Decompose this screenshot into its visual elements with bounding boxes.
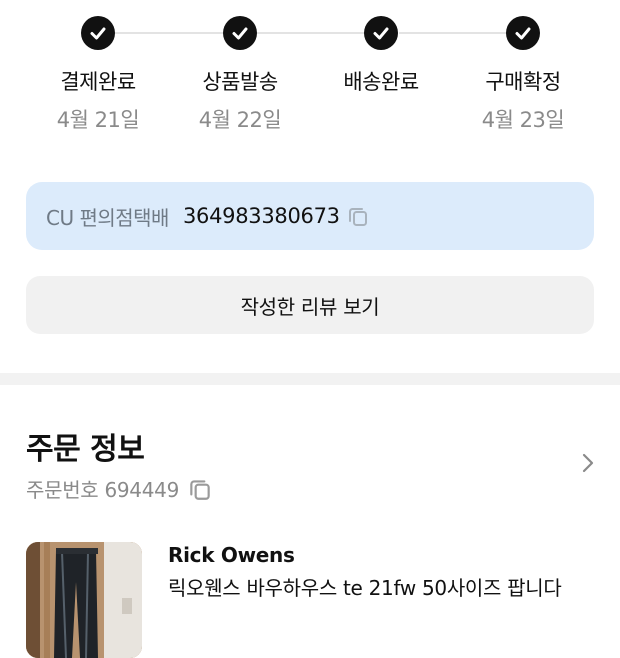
step-purchase-confirmed: 구매확정 4월 23일 bbox=[453, 16, 593, 132]
tracking-info-box: CU 편의점택배 364983380673 bbox=[26, 182, 594, 250]
order-info-title: 주문 정보 bbox=[26, 432, 145, 467]
section-divider bbox=[0, 373, 620, 385]
step-payment-complete: 결제완료 4월 21일 bbox=[28, 16, 168, 132]
check-icon bbox=[506, 16, 540, 50]
step-label: 구매확정 bbox=[485, 70, 561, 94]
check-icon bbox=[223, 16, 257, 50]
step-label: 결제완료 bbox=[60, 70, 136, 94]
step-label: 상품발송 bbox=[202, 70, 278, 94]
tracking-number: 364983380673 bbox=[182, 204, 340, 228]
product-image[interactable] bbox=[26, 542, 142, 658]
step-date: 4월 23일 bbox=[481, 108, 565, 132]
carrier-name: CU 편의점택배 bbox=[46, 205, 169, 230]
order-number-row: 주문번호 694449 bbox=[26, 474, 213, 503]
check-icon bbox=[364, 16, 398, 50]
order-progress-steps: 결제완료 4월 21일 상품발송 4월 22일 배송완료 구매확정 4월 23일 bbox=[0, 0, 620, 150]
step-date: 4월 21일 bbox=[56, 108, 140, 132]
chevron-right-icon[interactable] bbox=[578, 450, 598, 480]
product-brand: Rick Owens bbox=[168, 543, 295, 567]
check-icon bbox=[81, 16, 115, 50]
step-delivered: 배송완료 bbox=[311, 16, 451, 130]
step-shipped: 상품발송 4월 22일 bbox=[170, 16, 310, 132]
step-label: 배송완료 bbox=[343, 70, 419, 94]
product-name[interactable]: 릭오웬스 바우하우스 te 21fw 50사이즈 팝니다 bbox=[168, 573, 578, 603]
copy-icon[interactable] bbox=[187, 476, 213, 502]
step-date: 4월 22일 bbox=[198, 108, 282, 132]
view-review-button[interactable]: 작성한 리뷰 보기 bbox=[26, 276, 594, 334]
copy-icon[interactable] bbox=[346, 204, 370, 228]
order-number: 주문번호 694449 bbox=[26, 478, 180, 502]
